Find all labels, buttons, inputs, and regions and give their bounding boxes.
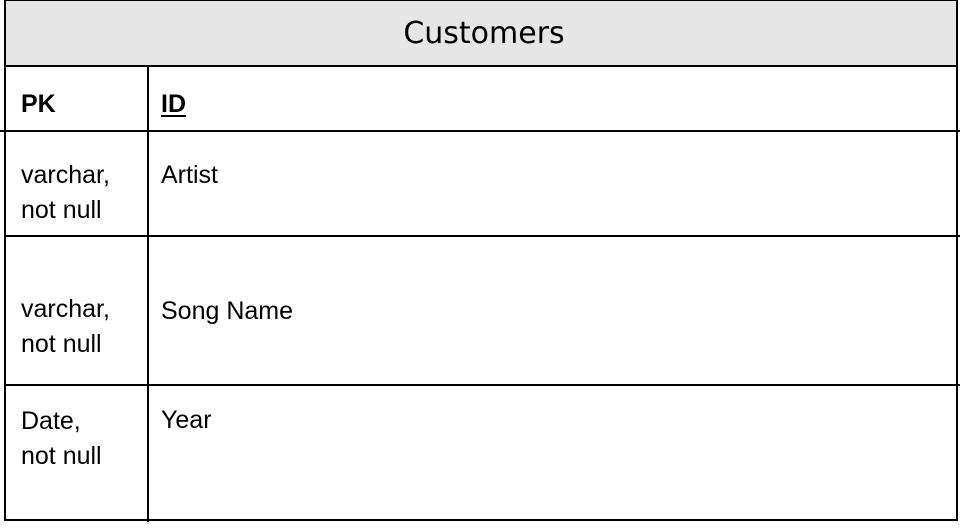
entity-table-customers: Customers PK ID varchar, not null Artist… <box>0 0 960 522</box>
attribute-type: varchar, not null <box>21 161 110 224</box>
attribute-row: varchar, not null Artist <box>6 132 956 237</box>
attribute-type: varchar, not null <box>21 295 110 358</box>
attribute-name: Year <box>161 406 212 434</box>
pk-label: PK <box>21 90 56 118</box>
primary-key-row: PK ID <box>6 67 956 132</box>
attribute-row: Date, not null Year <box>6 386 956 520</box>
entity-header: Customers <box>6 1 956 67</box>
attribute-row: varchar, not null Song Name <box>6 237 956 386</box>
attribute-type: Date, not null <box>21 407 102 470</box>
entity-title: Customers <box>403 15 565 51</box>
attribute-name: Artist <box>161 161 218 189</box>
pk-field-name: ID <box>161 90 186 118</box>
attribute-name: Song Name <box>161 297 294 325</box>
